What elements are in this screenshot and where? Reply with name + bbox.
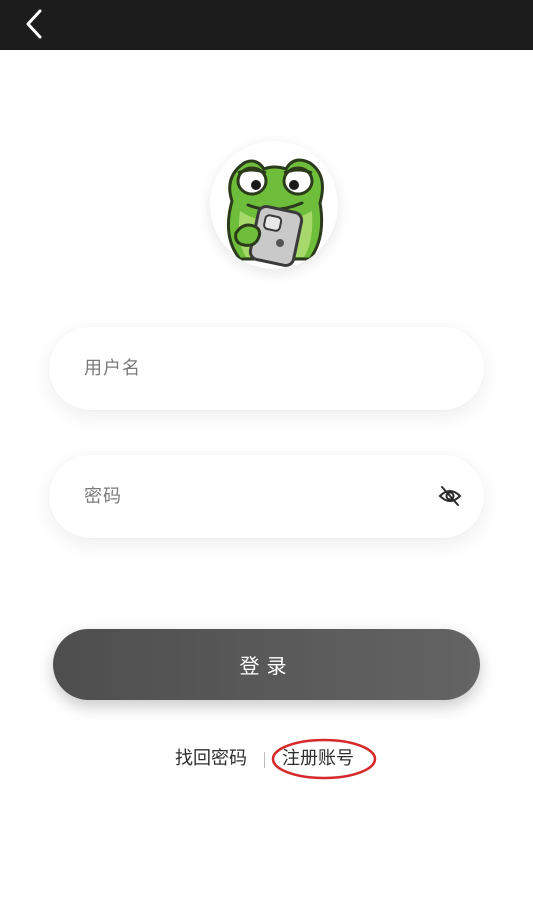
password-input[interactable] xyxy=(49,455,484,538)
eye-slash-icon xyxy=(438,486,462,506)
username-field[interactable] xyxy=(49,327,484,410)
login-button[interactable]: 登录 xyxy=(53,629,480,700)
forgot-password-link[interactable]: 找回密码 xyxy=(175,744,247,774)
link-separator xyxy=(264,752,265,768)
frog-mascot-icon xyxy=(226,158,324,267)
password-visibility-toggle[interactable] xyxy=(438,485,462,507)
annotation-circle xyxy=(271,738,377,780)
back-button[interactable] xyxy=(14,4,54,44)
top-bar xyxy=(0,0,533,50)
chevron-left-icon xyxy=(26,9,42,39)
username-input[interactable] xyxy=(49,327,484,410)
auth-links: 找回密码 注册账号 xyxy=(0,744,533,774)
app-logo xyxy=(210,141,338,269)
password-field[interactable] xyxy=(49,455,484,538)
